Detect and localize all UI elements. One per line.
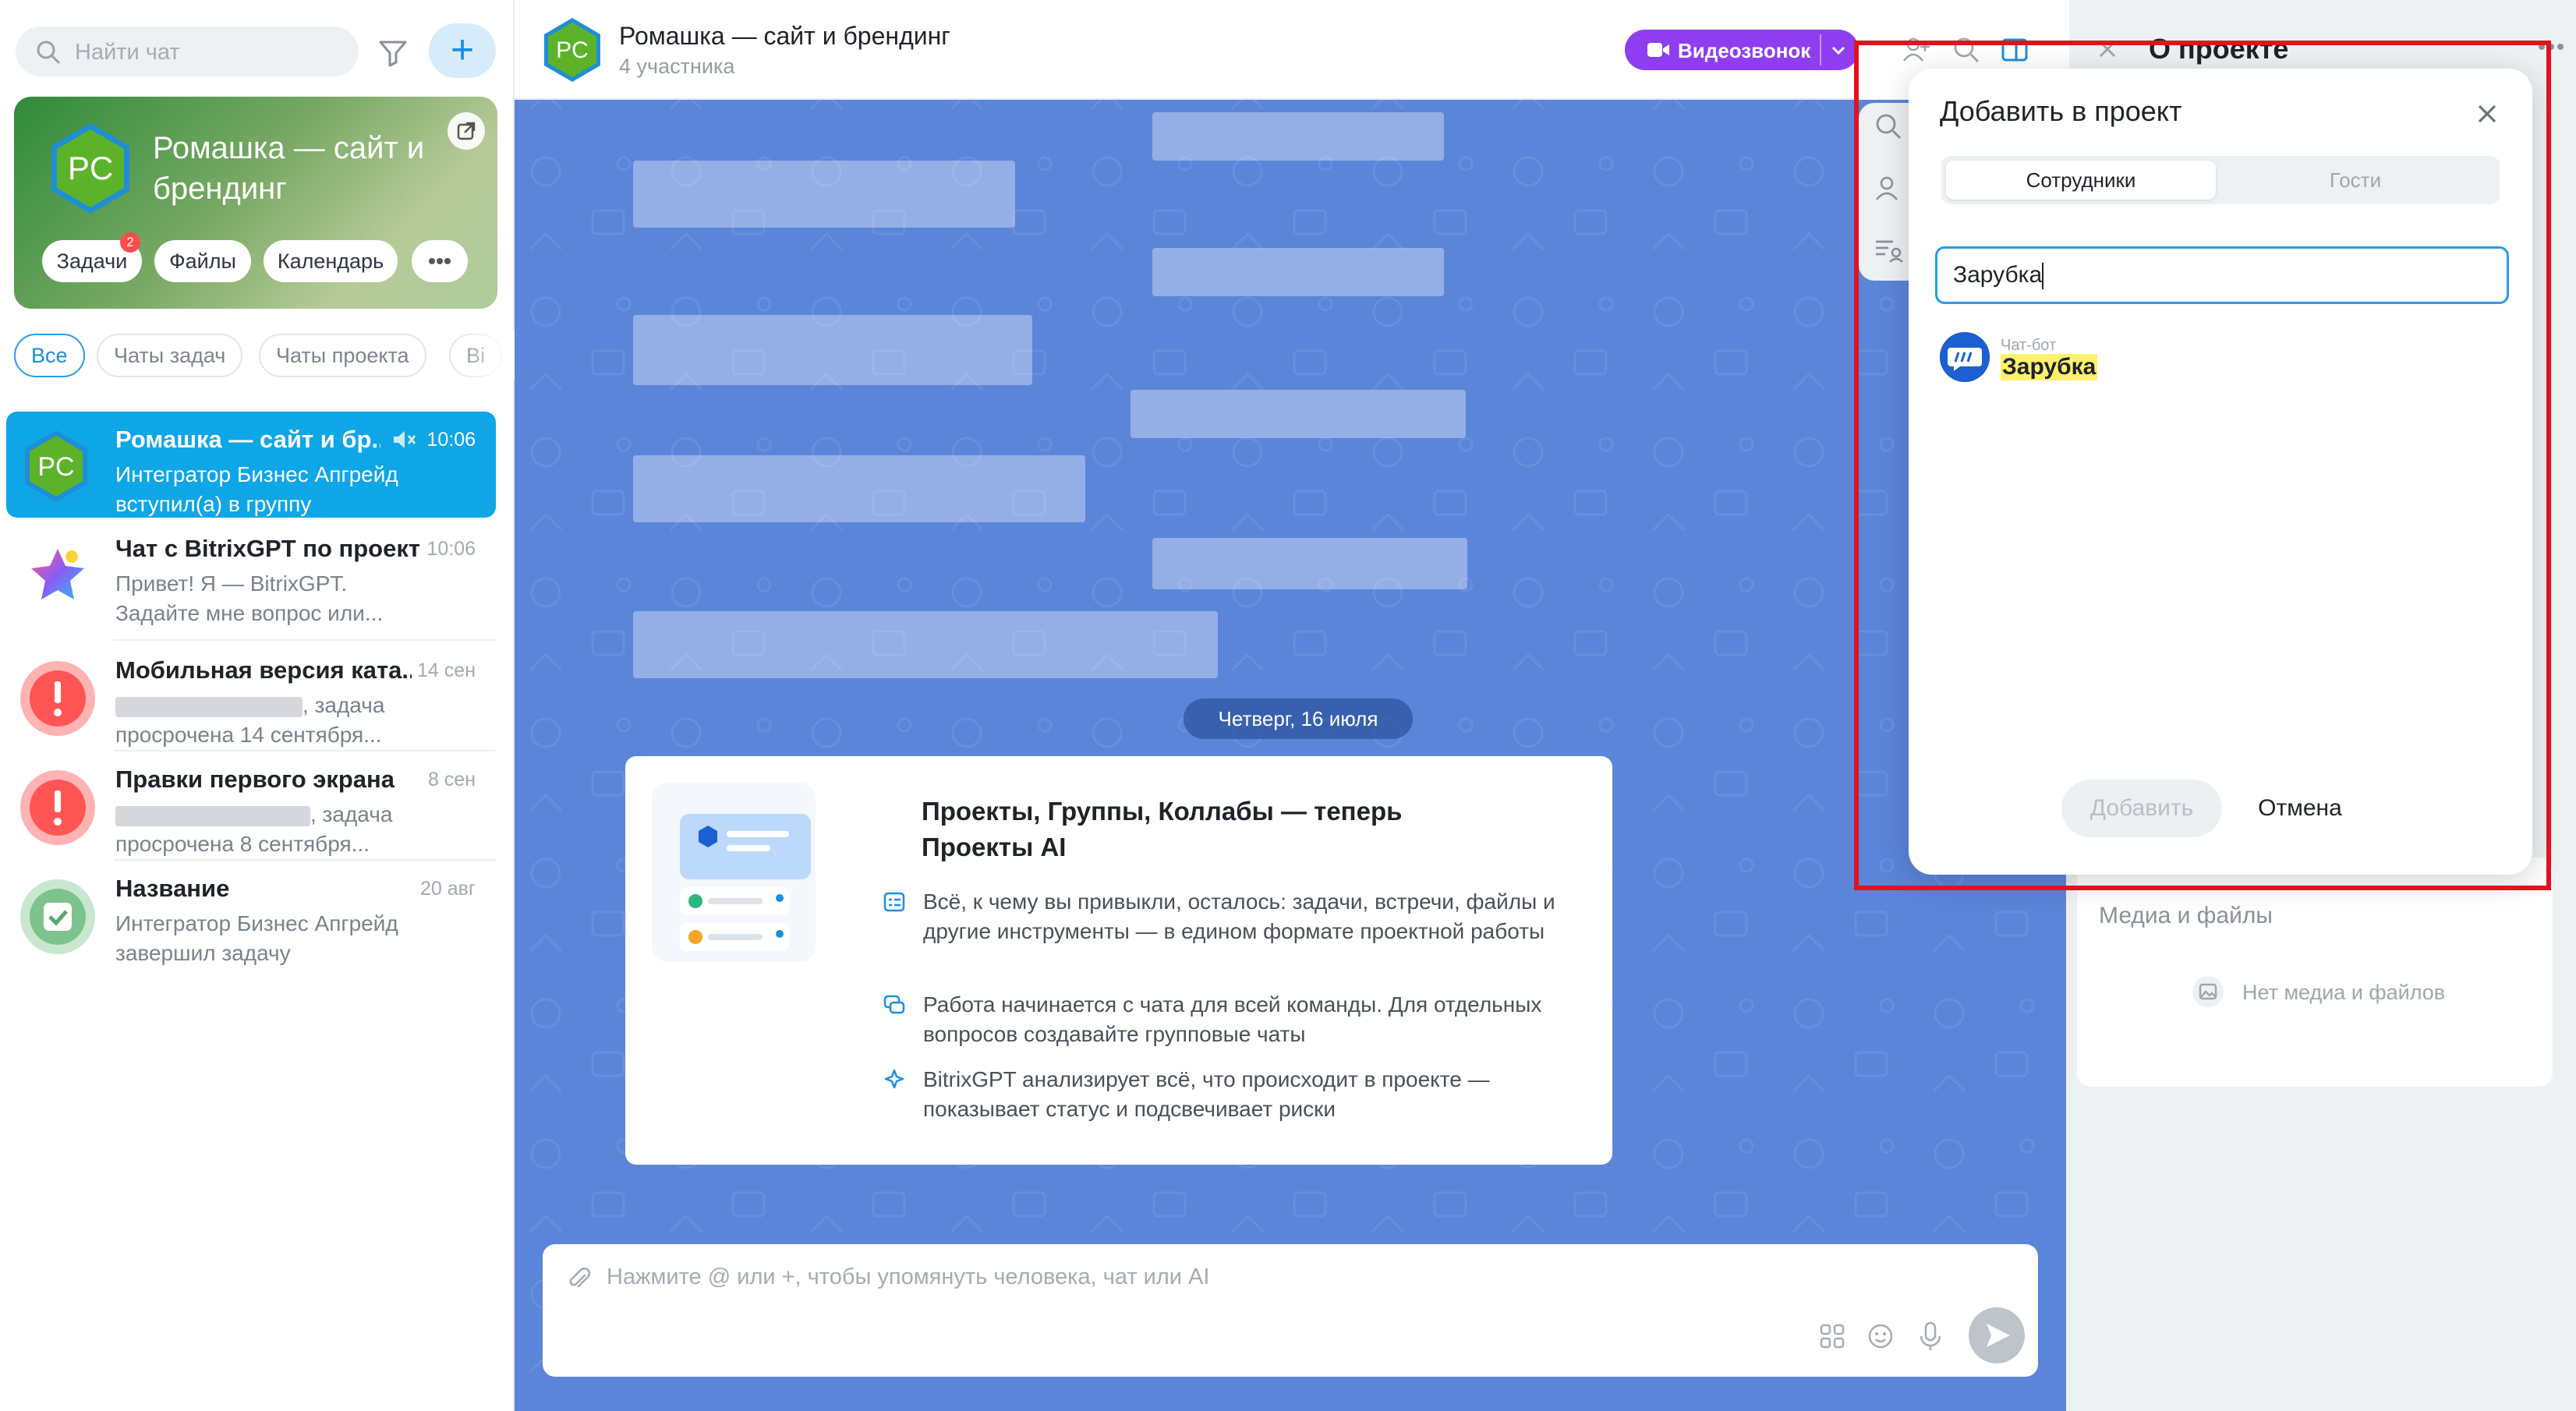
annotation-highlight-frame bbox=[1854, 41, 2551, 890]
apps-icon[interactable] bbox=[1818, 1322, 1846, 1350]
project-files-button[interactable]: Файлы bbox=[154, 240, 251, 282]
chat-time: 10:06 bbox=[426, 429, 476, 451]
redacted-message bbox=[633, 455, 1085, 522]
message-input-placeholder: Нажмите @ или +, чтобы упомянуть человек… bbox=[607, 1264, 1210, 1289]
chat-time: 10:06 bbox=[426, 538, 476, 560]
plus-icon: + bbox=[450, 27, 475, 72]
video-call-button[interactable]: Видеозвонок bbox=[1625, 30, 1859, 70]
chat-sidebar: Найти чат + PC Ромашка — сайт и брендинг… bbox=[0, 0, 515, 1411]
chat-title: Название bbox=[115, 875, 230, 902]
participants-count: 4 участника bbox=[619, 55, 735, 78]
chat-search-input[interactable]: Найти чат bbox=[16, 27, 359, 76]
redacted-name bbox=[115, 805, 310, 826]
chat-title: Правки первого экрана bbox=[115, 766, 395, 793]
chat-time: 8 сен bbox=[427, 769, 476, 790]
chat-list-item[interactable]: PC Ромашка — сайт и бр... 10:06 Интеграт… bbox=[6, 412, 496, 518]
chat-title: Мобильная версия ката... bbox=[115, 656, 412, 684]
alert-icon bbox=[19, 769, 97, 847]
chat-header-avatar: PC bbox=[538, 16, 607, 84]
redacted-message bbox=[633, 315, 1032, 385]
chat-list-item[interactable]: Мобильная версия ката... 14 сен , задача… bbox=[6, 642, 496, 748]
redacted-message bbox=[633, 161, 1015, 228]
chat-list-item[interactable]: Название 20 авг Интегратор Бизнес Апгрей… bbox=[6, 861, 496, 967]
send-icon[interactable] bbox=[1968, 1307, 2026, 1364]
filter-icon[interactable] bbox=[377, 37, 409, 69]
tab-task-chats[interactable]: Чаты задач bbox=[97, 334, 243, 377]
media-empty-text: Нет медиа и файлов bbox=[2242, 981, 2446, 1004]
project-calendar-button[interactable]: Календарь bbox=[264, 240, 398, 282]
project-avatar: PC bbox=[42, 120, 139, 217]
project-card-title: Ромашка — сайт и брендинг bbox=[153, 131, 425, 206]
search-icon bbox=[36, 40, 61, 65]
image-icon bbox=[2192, 976, 2224, 1007]
promo-message-card: Проекты, Группы, Коллабы — теперь Проект… bbox=[625, 756, 1612, 1165]
chat-preview: , задача просрочена 14 сентября... bbox=[115, 693, 385, 747]
redacted-name bbox=[115, 696, 303, 717]
tasks-count-badge: 2 bbox=[120, 232, 140, 253]
check-task-icon bbox=[19, 878, 97, 956]
promo-item: Всё, к чему вы привыкли, осталось: задач… bbox=[923, 889, 1555, 943]
chat-title: Ромашка — сайт и брендинг bbox=[619, 22, 950, 50]
more-icon[interactable] bbox=[412, 240, 468, 282]
chat-title: Чат с BitrixGPT по проекту bbox=[115, 535, 419, 562]
tab-project-chats[interactable]: Чаты проекта bbox=[259, 334, 426, 377]
emoji-icon[interactable] bbox=[1867, 1322, 1895, 1350]
new-chat-button[interactable]: + bbox=[429, 23, 496, 78]
chat-bubbles-icon bbox=[883, 993, 906, 1017]
bitrixgpt-star-icon bbox=[27, 544, 89, 606]
promo-illustration bbox=[652, 783, 816, 962]
redacted-message bbox=[633, 611, 1218, 678]
chat-preview: Интегратор Бизнес Апгрейд завершил задач… bbox=[115, 911, 398, 965]
chat-preview: , задача просрочена 8 сентября... bbox=[115, 802, 393, 856]
chevron-down-icon[interactable] bbox=[1829, 42, 1848, 58]
chat-title: Ромашка — сайт и бр... bbox=[115, 426, 380, 453]
mute-icon bbox=[391, 429, 416, 451]
divider bbox=[114, 639, 496, 641]
media-files-title: Медиа и файлы bbox=[2099, 903, 2273, 928]
chat-list-item[interactable]: Чат с BitrixGPT по проекту 10:06 Привет!… bbox=[6, 521, 496, 627]
promo-item: BitrixGPT анализирует всё, что происходи… bbox=[923, 1067, 1490, 1121]
redacted-message bbox=[1131, 390, 1466, 438]
tab-all[interactable]: Все bbox=[14, 334, 85, 377]
chat-preview: Интегратор Бизнес Апгрейд вступил(а) в г… bbox=[115, 462, 398, 516]
tabs-fade bbox=[452, 331, 515, 380]
chat-list-item[interactable]: Правки первого экрана 8 сен , задача про… bbox=[6, 751, 496, 858]
attach-icon[interactable] bbox=[566, 1266, 593, 1293]
camera-icon bbox=[1647, 41, 1670, 59]
message-input[interactable]: Нажмите @ или +, чтобы упомянуть человек… bbox=[543, 1244, 2038, 1377]
video-call-label: Видеозвонок bbox=[1678, 39, 1811, 62]
promo-item: Работа начинается с чата для всей команд… bbox=[923, 992, 1542, 1046]
microphone-icon[interactable] bbox=[1916, 1321, 1944, 1352]
search-placeholder: Найти чат bbox=[75, 40, 180, 65]
redacted-message bbox=[1152, 112, 1444, 161]
chat-time: 14 сен bbox=[417, 660, 476, 681]
media-files-card: Медиа и файлы Нет медиа и файлов bbox=[2077, 858, 2553, 1087]
alert-icon bbox=[19, 660, 97, 737]
date-divider: Четверг, 16 июля bbox=[1184, 698, 1413, 739]
promo-title: Проекты, Группы, Коллабы — теперь Проект… bbox=[922, 797, 1403, 861]
checklist-icon bbox=[883, 890, 906, 914]
divider bbox=[1820, 34, 1821, 65]
ai-sparkle-icon bbox=[883, 1068, 906, 1091]
redacted-message bbox=[1152, 248, 1444, 296]
chat-avatar: PC bbox=[17, 427, 95, 505]
chat-time: 20 авг bbox=[419, 878, 476, 900]
redacted-message bbox=[1152, 538, 1467, 589]
chat-preview: Привет! Я — BitrixGPT. Задайте мне вопро… bbox=[115, 571, 384, 625]
